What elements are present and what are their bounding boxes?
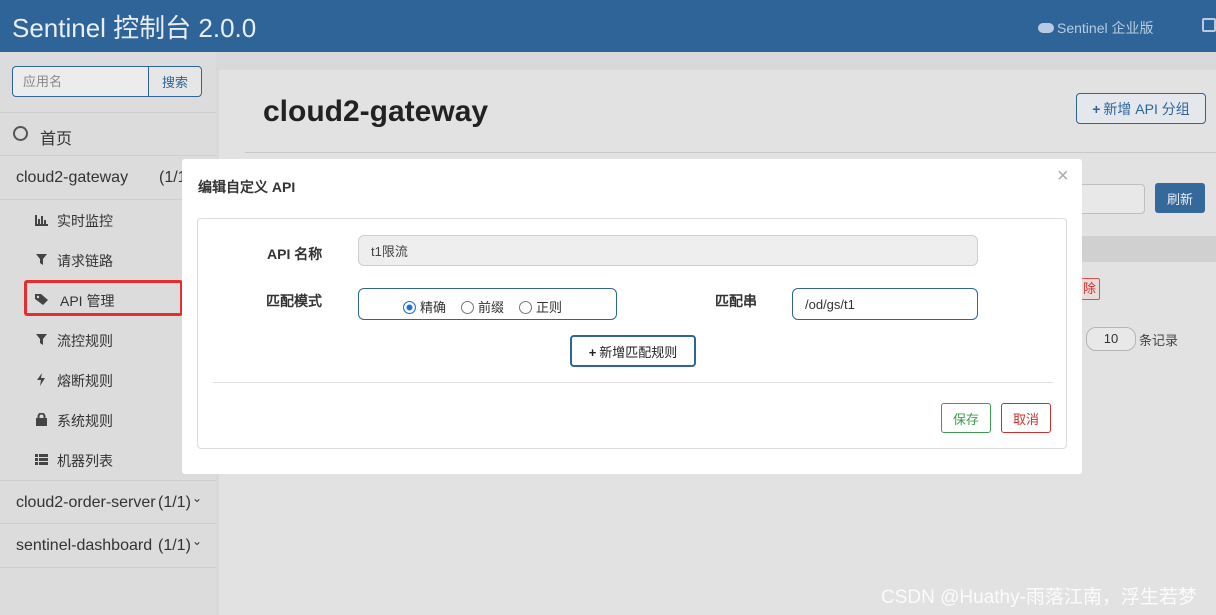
watermark: CSDN @Huathy-雨落江南，浮生若梦 bbox=[881, 587, 1197, 608]
app-group-cloud2-order-server[interactable]: cloud2-order-server (1/1) ⌄ bbox=[0, 480, 216, 524]
sidebar-item-label: 请求链路 bbox=[57, 253, 113, 269]
sidebar-item-label: 首页 bbox=[40, 131, 73, 148]
radio-prefix[interactable]: 前缀 bbox=[461, 297, 504, 316]
page-size-input[interactable]: 10 bbox=[1086, 327, 1136, 351]
sidebar-item-label: 机器列表 bbox=[57, 453, 113, 469]
api-name-input[interactable] bbox=[358, 235, 978, 266]
sidebar-item-label: 流控规则 bbox=[57, 333, 113, 349]
refresh-button[interactable]: 刷新 bbox=[1155, 183, 1205, 213]
sidebar-item-home[interactable]: 首页 bbox=[0, 112, 216, 156]
records-label: 条记录 bbox=[1139, 333, 1179, 348]
lock-icon bbox=[36, 413, 47, 426]
radio-checked-icon bbox=[403, 301, 416, 314]
sidebar-item-label: 熔断规则 bbox=[57, 373, 113, 389]
highlight-annotation bbox=[24, 280, 183, 316]
radio-label: 正则 bbox=[536, 300, 563, 315]
pattern-label: 匹配串 bbox=[715, 293, 757, 309]
app-name: cloud2-order-server bbox=[16, 494, 156, 511]
enterprise-link[interactable]: Sentinel 企业版 bbox=[1038, 18, 1153, 38]
sign-out-icon[interactable] bbox=[1202, 18, 1216, 32]
filter-icon bbox=[36, 254, 47, 265]
edit-api-modal: 编辑自定义 API × API 名称 匹配模式 精确 前缀 正则 匹配串 +新增… bbox=[182, 159, 1082, 474]
radio-label: 前缀 bbox=[478, 300, 505, 315]
chevron-down-icon: ⌄ bbox=[192, 491, 203, 505]
radio-unchecked-icon bbox=[519, 301, 532, 314]
page-title: cloud2-gateway bbox=[263, 95, 489, 128]
divider bbox=[213, 382, 1053, 383]
add-match-rule-label: 新增匹配规则 bbox=[599, 344, 678, 360]
app-search-input[interactable] bbox=[12, 66, 149, 97]
api-search-input[interactable] bbox=[1078, 184, 1145, 214]
add-api-group-label: 新增 API 分组 bbox=[1103, 100, 1190, 117]
api-name-label: API 名称 bbox=[267, 246, 323, 262]
modal-form: API 名称 匹配模式 精确 前缀 正则 匹配串 +新增匹配规则 保存 取消 bbox=[197, 218, 1067, 449]
cloud-icon bbox=[1038, 23, 1054, 33]
divider bbox=[245, 152, 1216, 153]
modal-title: 编辑自定义 API bbox=[198, 179, 296, 195]
plus-icon: + bbox=[1092, 100, 1101, 117]
dashboard-icon bbox=[13, 126, 28, 141]
sidebar-item-label: 系统规则 bbox=[57, 413, 113, 429]
radio-regex[interactable]: 正则 bbox=[519, 297, 562, 316]
save-button[interactable]: 保存 bbox=[941, 403, 991, 433]
table-header bbox=[1082, 236, 1216, 262]
match-mode-radio-group: 精确 前缀 正则 bbox=[358, 288, 617, 320]
app-name: cloud2-gateway bbox=[16, 169, 129, 186]
flash-icon bbox=[37, 373, 45, 386]
chevron-down-icon: ⌄ bbox=[192, 534, 203, 548]
plus-icon: + bbox=[588, 344, 597, 360]
add-match-rule-button[interactable]: + 新增匹配规则 bbox=[570, 335, 696, 367]
close-icon[interactable]: × bbox=[1057, 165, 1069, 188]
add-api-group-button[interactable]: + 新增 API 分组 bbox=[1076, 93, 1206, 124]
radio-unchecked-icon bbox=[461, 301, 474, 314]
match-mode-label: 匹配模式 bbox=[266, 293, 322, 309]
radio-exact[interactable]: 精确 bbox=[403, 297, 446, 316]
app-name: sentinel-dashboard bbox=[16, 537, 153, 554]
pattern-input[interactable] bbox=[792, 288, 978, 320]
radio-label: 精确 bbox=[420, 300, 447, 315]
app-search-button[interactable]: 搜索 bbox=[148, 66, 202, 97]
enterprise-label: Sentinel 企业版 bbox=[1057, 20, 1154, 36]
app-title[interactable]: Sentinel 控制台 2.0.0 bbox=[12, 8, 256, 45]
app-count: (1/1) bbox=[158, 537, 191, 554]
cancel-button[interactable]: 取消 bbox=[1001, 403, 1051, 433]
app-count: (1/1) bbox=[158, 494, 191, 511]
app-search: 搜索 bbox=[12, 66, 202, 97]
top-navbar: Sentinel 控制台 2.0.0 Sentinel 企业版 bbox=[0, 0, 1216, 52]
filter-icon bbox=[36, 334, 47, 345]
app-group-sentinel-dashboard[interactable]: sentinel-dashboard (1/1) ⌄ bbox=[0, 524, 216, 568]
list-icon bbox=[35, 454, 48, 465]
bar-chart-icon bbox=[35, 215, 48, 226]
sidebar-item-label: 实时监控 bbox=[57, 213, 113, 229]
